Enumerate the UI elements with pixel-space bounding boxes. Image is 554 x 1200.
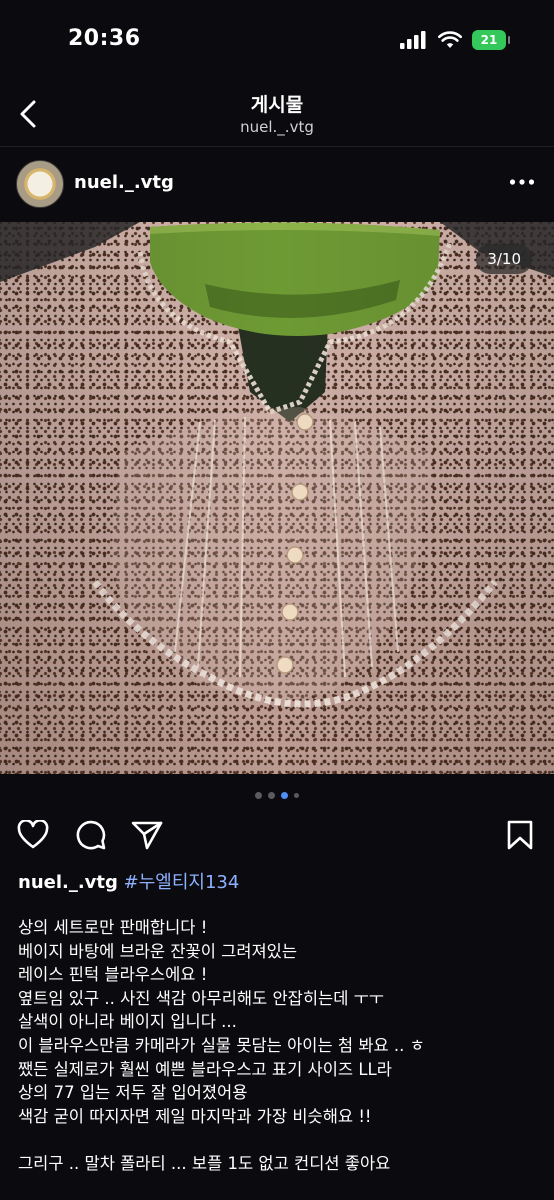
comment-icon bbox=[76, 820, 106, 850]
wifi-icon bbox=[438, 31, 462, 48]
caption-line: 색감 굳이 따지자면 제일 마지막과 가장 비슷해요 !! bbox=[18, 1106, 372, 1126]
page-subtitle: nuel._.vtg bbox=[240, 118, 314, 136]
bookmark-icon bbox=[507, 820, 533, 850]
carousel-dot bbox=[255, 791, 262, 799]
post-header: nuel._.vtg bbox=[0, 146, 554, 222]
carousel-dots bbox=[0, 788, 554, 802]
status-icons: 21 bbox=[400, 30, 510, 50]
caption-line: 그리구 .. 말차 폴라티 ... 보플 1도 없고 컨디션 좋아요 bbox=[18, 1153, 391, 1173]
image-counter: 3/10 bbox=[476, 244, 532, 274]
caption-username[interactable]: nuel._.vtg bbox=[18, 872, 118, 893]
carousel-dot bbox=[294, 792, 299, 798]
caption-line: 쨌든 실제로가 훨씬 예쁜 블라우스고 표기 사이즈 LL라 bbox=[18, 1059, 392, 1079]
send-icon bbox=[131, 821, 163, 850]
heart-icon bbox=[17, 820, 49, 849]
status-time: 20:36 bbox=[68, 26, 141, 51]
caption-line: 살색이 아니라 베이지 입니다 ... bbox=[18, 1012, 237, 1032]
caption-line: 상의 세트로만 판매합니다 ! bbox=[18, 918, 208, 937]
save-button[interactable] bbox=[503, 818, 537, 852]
caption-hashtag[interactable]: #누엘티지134 bbox=[124, 872, 240, 893]
caption-line: 옆트임 있구 .. 사진 색감 아무리해도 안잡히는데 ㅜㅜ bbox=[18, 988, 384, 1008]
battery-level: 21 bbox=[480, 33, 498, 47]
battery-indicator: 21 bbox=[472, 30, 510, 50]
blouse-photo bbox=[0, 222, 554, 774]
post-username[interactable]: nuel._.vtg bbox=[74, 172, 174, 193]
page-title: 게시물 bbox=[250, 94, 304, 116]
status-bar: 20:36 21 bbox=[0, 0, 554, 82]
comment-button[interactable] bbox=[74, 818, 108, 852]
more-options-button[interactable] bbox=[504, 168, 540, 196]
caption-header: nuel._.vtg #누엘티지134 bbox=[18, 868, 239, 894]
caption-line: 이 블라우스만큼 카메라가 실물 못담는 아이는 첨 봐요 .. ㅎ bbox=[18, 1035, 425, 1055]
caption-text: 상의 세트로만 판매합니다 ! 베이지 바탕에 브라운 잔꽃이 그려져있는 레이… bbox=[18, 916, 538, 1176]
caption-line: 베이지 바탕에 브라운 잔꽃이 그려져있는 bbox=[18, 941, 298, 961]
post-image[interactable]: 3/10 bbox=[0, 222, 554, 774]
cellular-signal-icon bbox=[400, 31, 426, 49]
caption-line-blank bbox=[18, 1128, 538, 1152]
post-actions bbox=[0, 812, 554, 858]
like-button[interactable] bbox=[16, 818, 50, 852]
carousel-dot bbox=[268, 791, 275, 799]
nav-bar: 게시물 nuel._.vtg bbox=[0, 82, 554, 147]
caption-line: 레이스 핀턱 블라우스에요 ! bbox=[18, 965, 208, 985]
carousel-dot-active bbox=[281, 791, 288, 799]
share-button[interactable] bbox=[130, 818, 164, 852]
more-horizontal-icon bbox=[509, 179, 535, 185]
caption-line: 상의 77 입는 저두 잘 입어졌어용 bbox=[18, 1083, 248, 1103]
avatar[interactable] bbox=[16, 160, 64, 208]
